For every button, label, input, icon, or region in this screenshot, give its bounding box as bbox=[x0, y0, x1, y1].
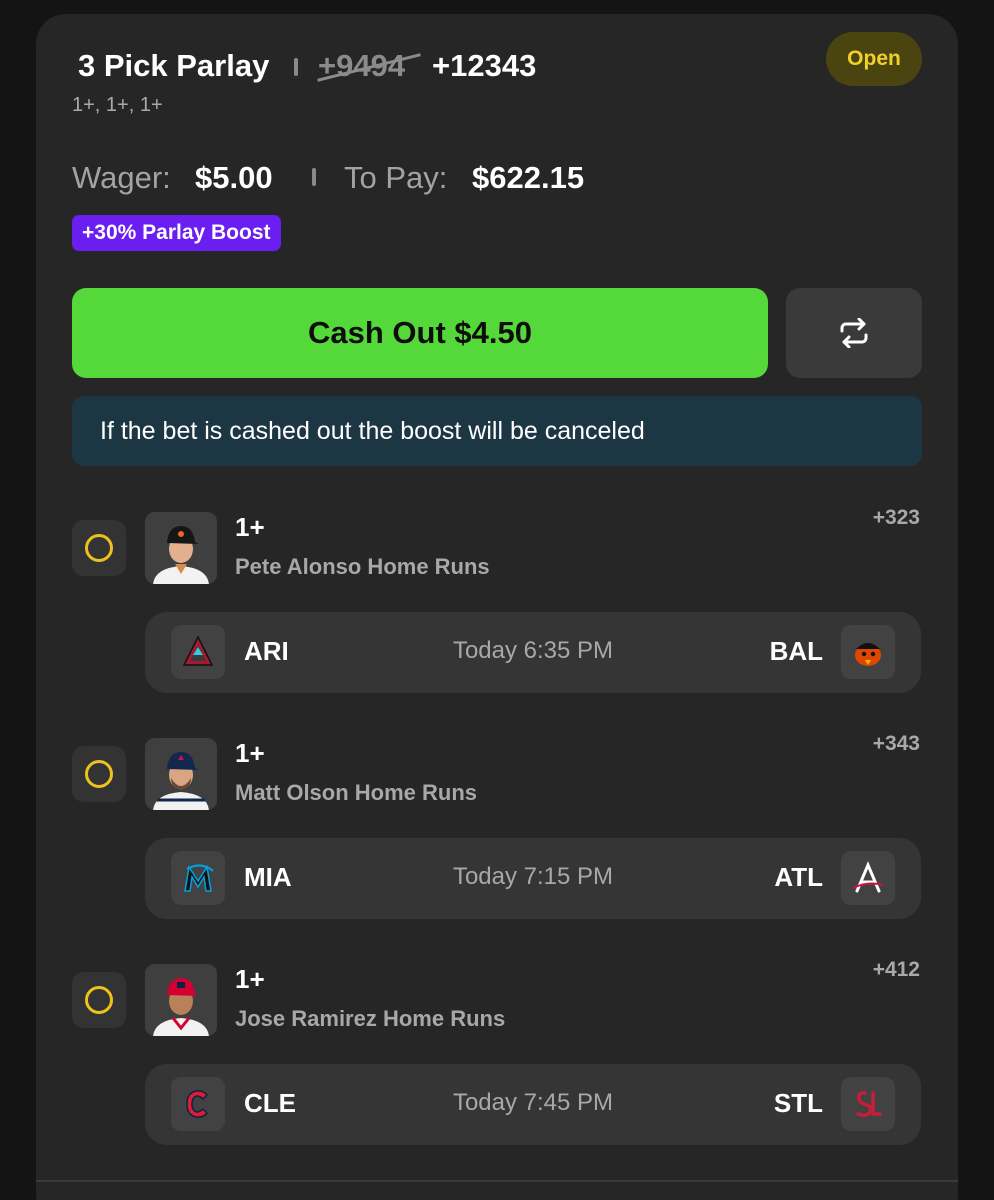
home-team: STL bbox=[773, 1088, 823, 1118]
home-team: ATL bbox=[774, 862, 823, 892]
pick-odds: +323 bbox=[872, 506, 920, 529]
player-avatar bbox=[145, 512, 217, 584]
player-avatar bbox=[145, 964, 217, 1036]
refresh-icon bbox=[840, 318, 868, 348]
pending-circle-icon bbox=[85, 760, 113, 788]
pick-status bbox=[72, 746, 126, 802]
pick-line: 1+ bbox=[235, 512, 265, 542]
refresh-button[interactable] bbox=[786, 288, 922, 378]
cash-out-button[interactable]: Cash Out $4.50 bbox=[72, 288, 768, 378]
pick-description: Pete Alonso Home Runs bbox=[235, 554, 490, 579]
pick-item: 1+ Matt Olson Home Runs +343 MIA Today 7… bbox=[0, 728, 994, 928]
pick-description: Matt Olson Home Runs bbox=[235, 780, 478, 805]
wager-separator bbox=[312, 168, 316, 186]
wager-value: $5.00 bbox=[195, 160, 273, 195]
to-pay-value: $622.15 bbox=[472, 160, 585, 195]
game-matchup[interactable]: ARI Today 6:35 PM BAL bbox=[145, 612, 921, 693]
pick-item: 1+ Jose Ramirez Home Runs +412 CLE Today… bbox=[0, 954, 994, 1154]
title-separator bbox=[294, 58, 298, 76]
pick-line: 1+ bbox=[235, 738, 265, 768]
wager-label: Wager: bbox=[72, 160, 171, 195]
pick-odds: +412 bbox=[872, 958, 920, 981]
pick-status bbox=[72, 520, 126, 576]
home-team: BAL bbox=[769, 636, 823, 666]
pending-circle-icon bbox=[85, 534, 113, 562]
game-matchup[interactable]: CLE Today 7:45 PM STL bbox=[145, 1064, 921, 1145]
pending-circle-icon bbox=[85, 986, 113, 1014]
card-divider bbox=[36, 1180, 958, 1182]
boosted-odds: +12343 bbox=[432, 48, 537, 83]
player-avatar bbox=[145, 738, 217, 810]
original-odds: +9494 bbox=[317, 48, 421, 84]
parlay-boost-badge: +30% Parlay Boost bbox=[72, 215, 281, 251]
bet-title: 3 Pick Parlay bbox=[78, 48, 270, 83]
bet-subtitle: 1+, 1+, 1+ bbox=[72, 94, 163, 116]
to-pay-label: To Pay: bbox=[344, 160, 448, 195]
braves-logo-icon bbox=[841, 851, 895, 905]
boost-cancel-notice: If the bet is cashed out the boost will … bbox=[72, 396, 922, 466]
pick-status bbox=[72, 972, 126, 1028]
cardinals-logo-icon bbox=[841, 1077, 895, 1131]
pick-odds: +343 bbox=[872, 732, 920, 755]
orioles-logo-icon bbox=[841, 625, 895, 679]
game-matchup[interactable]: MIA Today 7:15 PM ATL bbox=[145, 838, 921, 919]
pick-line: 1+ bbox=[235, 964, 265, 994]
pick-description: Jose Ramirez Home Runs bbox=[235, 1006, 506, 1031]
pick-item: 1+ Pete Alonso Home Runs +323 ARI Today … bbox=[0, 502, 994, 702]
status-badge: Open bbox=[826, 32, 922, 86]
